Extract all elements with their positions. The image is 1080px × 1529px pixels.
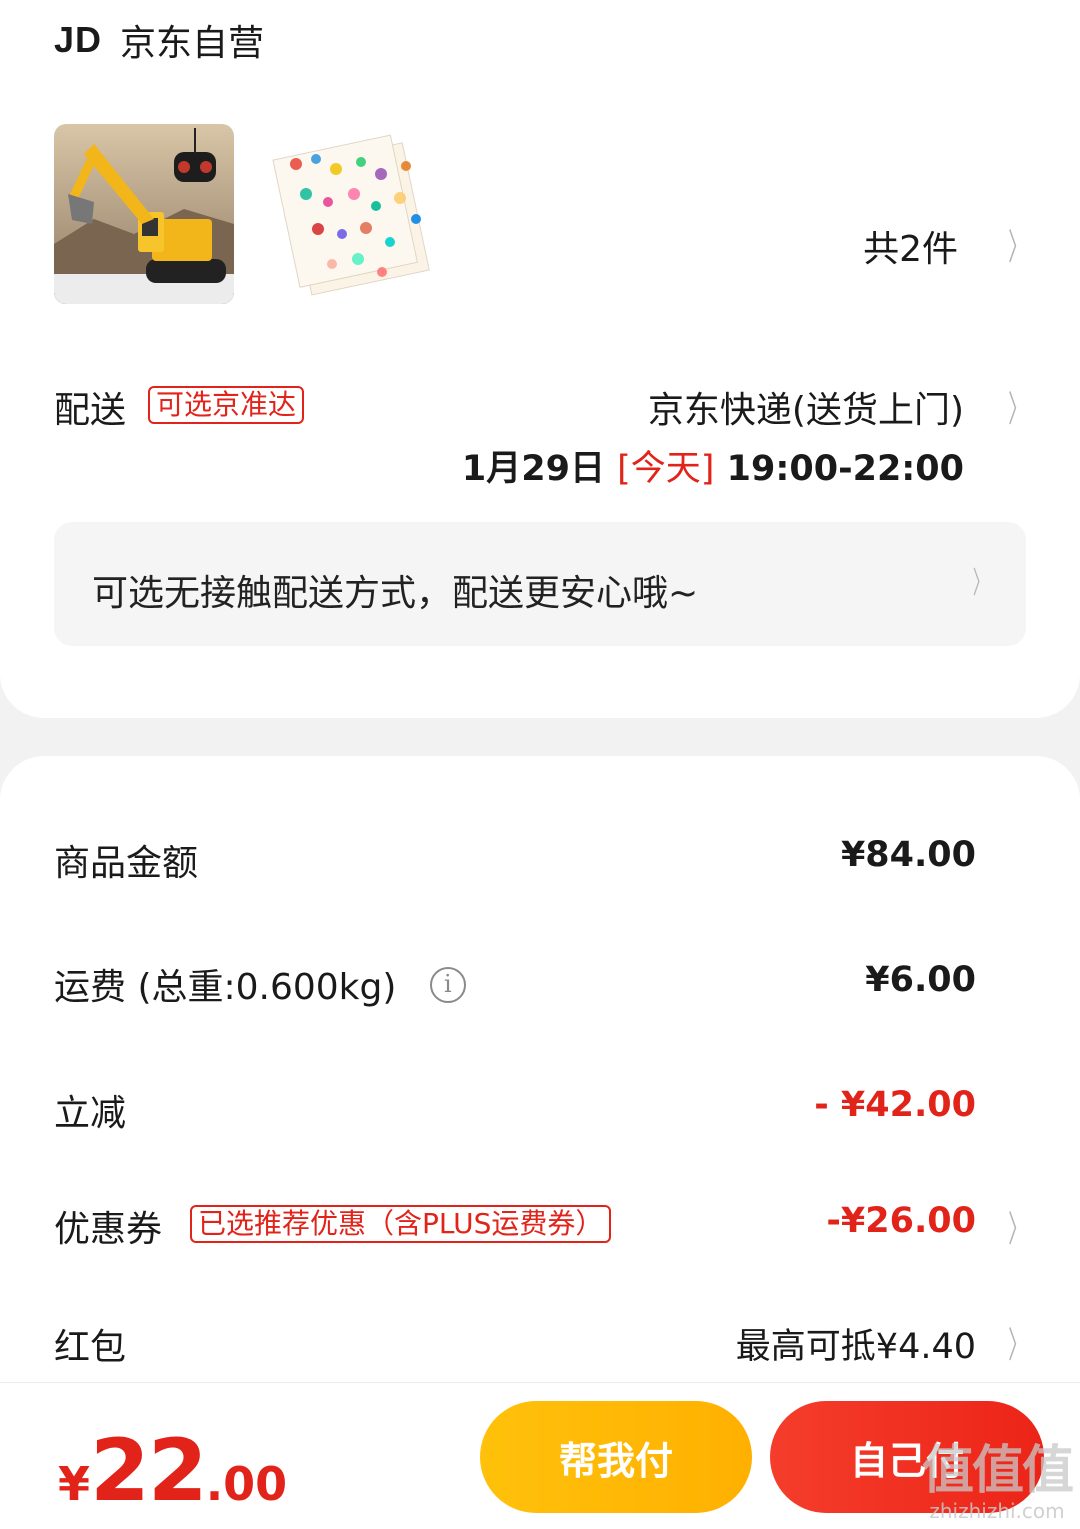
product-thumbnail-excavator[interactable] (54, 124, 234, 304)
delivery-date: 1月29日 (461, 449, 605, 489)
watermark-url: zhizhizhi.com (929, 1499, 1065, 1523)
contactless-delivery-banner[interactable]: 可选无接触配送方式，配送更安心哦~ 〉 (54, 522, 1026, 646)
item-count-label[interactable]: 共2件 (863, 220, 958, 272)
help-me-pay-button[interactable]: 帮我付 (480, 1401, 752, 1513)
jd-logo: JD (54, 19, 103, 60)
red-packet-value[interactable]: 最高可抵¥4.40 (736, 1318, 976, 1369)
total-decimal: .00 (205, 1457, 288, 1511)
coupon-tag: 已选推荐优惠（含PLUS运费券） (190, 1205, 612, 1243)
red-packet-chevron-icon[interactable]: 〉 (1008, 1316, 1028, 1368)
goods-amount-value: ¥84.00 (840, 835, 976, 875)
banner-chevron-icon: 〉 (972, 566, 990, 601)
discount-label: 立减 (54, 1093, 127, 1134)
shipping-row: 运费 (总重:0.600kg) i (54, 958, 466, 1010)
delivery-window: 19:00-22:00 (726, 449, 964, 489)
contactless-delivery-text: 可选无接触配送方式，配送更安心哦~ (92, 573, 699, 614)
info-icon[interactable]: i (429, 967, 466, 1003)
delivery-method[interactable]: 京东快递(送货上门) (648, 381, 964, 433)
red-packet-label: 红包 (54, 1327, 127, 1368)
watermark-logo: 值值值 (921, 1441, 1074, 1501)
store-name: 京东自营 (120, 23, 265, 64)
total-integer: 22 (90, 1421, 208, 1521)
goods-amount-label: 商品金额 (54, 843, 199, 884)
product-thumbnail-stickers[interactable] (266, 124, 446, 304)
shipping-label: 运费 (总重:0.600kg) (54, 967, 397, 1008)
delivery-chevron-icon[interactable]: 〉 (1008, 380, 1028, 432)
checkout-bar: ¥22.00 帮我付 自己付 值值值 zhizhizhi.com (0, 1382, 1080, 1529)
total-currency: ¥ (58, 1457, 91, 1511)
watermark: 值值值 zhizhizhi.com (921, 1441, 1074, 1523)
items-chevron-icon[interactable]: 〉 (1008, 218, 1028, 270)
delivery-label: 配送 (54, 390, 127, 431)
discount-value: - ¥42.00 (814, 1085, 976, 1125)
delivery-time: 1月29日 [今天] 19:00-22:00 (462, 440, 964, 491)
total-price: ¥22.00 (58, 1421, 287, 1521)
coupon-value[interactable]: -¥26.00 (826, 1201, 976, 1241)
store-header: JD 京东自营 (54, 14, 264, 66)
shipping-value: ¥6.00 (865, 960, 976, 1000)
jingzhunda-tag: 可选京准达 (148, 386, 305, 424)
coupon-chevron-icon[interactable]: 〉 (1008, 1200, 1028, 1252)
coupon-label: 优惠券 (54, 1209, 163, 1250)
delivery-today: [今天] (617, 449, 715, 489)
order-items-card: JD 京东自营 共2件 〉 配送 可选京准达 京东快递(送货上门) 〉 1月29… (0, 0, 1080, 718)
